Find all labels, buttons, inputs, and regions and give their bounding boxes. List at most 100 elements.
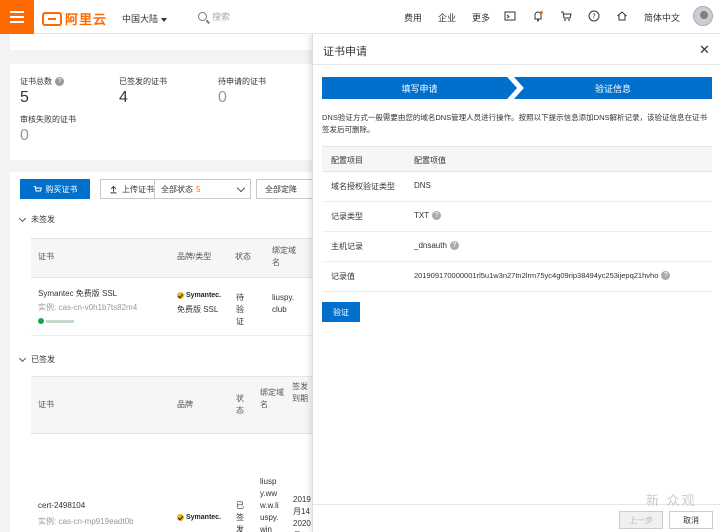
table-row: 记录类型 TXT?: [322, 202, 712, 232]
panel-title: 证书申请: [323, 46, 367, 58]
cert-instance: 实例: cas-cn-mp919eadt0b: [38, 517, 134, 526]
certificate-console: 证书总数? 5 已签发的证书 4 待申请的证书 0 审核失败的证书 0 购买证书…: [0, 34, 312, 532]
stat-issued-value[interactable]: 4: [119, 89, 128, 107]
group-signed-toggle[interactable]: 已签发: [18, 354, 55, 365]
config-table-header: 配置项目 配置项值: [322, 146, 712, 172]
config-value: _dnsauth?: [414, 241, 459, 250]
chevron-down-icon: [18, 354, 27, 362]
help-icon[interactable]: ?: [55, 77, 64, 87]
col-config-item: 配置项目: [331, 156, 363, 165]
group-unsigned-toggle[interactable]: 未签发: [18, 214, 55, 225]
nav-enterprise[interactable]: 企业: [438, 11, 456, 24]
cert-dates: 2019月142020月13: [293, 495, 311, 532]
stats-card: 证书总数? 5 已签发的证书 4 待申请的证书 0 审核失败的证书 0: [10, 64, 312, 160]
status-filter-select[interactable]: 全部状态 5: [154, 179, 251, 199]
dns-instructions: DNS验证方式一般需要由您的域名DNS管理人员进行操作。按照以下提示信息添加DN…: [322, 113, 708, 134]
status-filter-count: 5: [196, 184, 201, 194]
stat-pending-label: 待申请的证书: [218, 77, 266, 86]
cart-icon[interactable]: [560, 10, 572, 22]
help-icon[interactable]: ?: [432, 211, 442, 220]
bell-icon[interactable]: [532, 10, 544, 22]
logo-text: 阿里云: [65, 12, 108, 27]
language-switch[interactable]: 简体中文: [644, 11, 680, 24]
user-avatar[interactable]: [693, 6, 713, 26]
table1-header: [31, 238, 312, 278]
group-signed-label: 已签发: [31, 355, 55, 364]
verify-button[interactable]: 验证: [322, 302, 360, 322]
table-row: 记录值 201909170000001rl5u1w3n27tn2lrm75yc4…: [322, 262, 712, 292]
nav-more[interactable]: 更多: [472, 11, 490, 24]
help-icon[interactable]: ?: [449, 241, 459, 250]
tag-filter-button[interactable]: 全部定降: [256, 179, 312, 199]
col-config-value: 配置项值: [414, 156, 446, 165]
region-selector[interactable]: 中国大陆: [122, 12, 168, 25]
check-icon: [177, 514, 184, 521]
upload-icon: [110, 185, 117, 193]
stat-failed-label: 审核失败的证书: [20, 115, 76, 124]
tag-filter-label: 全部定降: [265, 184, 297, 194]
cert-domain: liuspy.club: [272, 293, 295, 314]
search-icon: [198, 12, 207, 21]
cert-instance: 实例: cas-cn-v0h1b7ts82m4: [38, 303, 138, 312]
buy-certificate-label: 购买证书: [45, 184, 78, 194]
stat-pending-value: 0: [218, 89, 227, 106]
stat-total-value: 5: [20, 89, 29, 106]
caret-down-icon: [161, 17, 168, 22]
terminal-icon[interactable]: [504, 10, 516, 22]
upload-certificate-label: 上传证书: [122, 184, 154, 194]
region-label: 中国大陆: [122, 14, 159, 24]
logo-mark-icon: [42, 11, 62, 26]
chevron-down-icon: [18, 214, 27, 222]
table1-col-status: 状态: [235, 252, 251, 261]
config-value: DNS: [414, 181, 431, 190]
config-key: 记录类型: [331, 212, 363, 221]
help-icon[interactable]: ?: [588, 10, 600, 22]
security-badge: [38, 318, 74, 324]
cert-status: 待验证: [236, 293, 244, 326]
buy-certificate-button[interactable]: 购买证书: [20, 179, 90, 199]
step-verify-info: 验证信息: [514, 77, 712, 99]
cancel-button[interactable]: 取消: [669, 511, 713, 529]
cart-icon: [33, 185, 42, 191]
cert-name[interactable]: Symantec 免费版 SSL: [38, 288, 117, 300]
config-key: 域名授权验证类型: [331, 182, 395, 191]
cert-type: 免费版 SSL: [177, 305, 219, 314]
table2-col-domain: 绑定域名: [260, 388, 284, 409]
table2-col-expiry: 签发到期: [292, 382, 308, 403]
svg-text:?: ?: [592, 13, 596, 21]
help-icon[interactable]: ?: [661, 271, 671, 280]
top-card-edge: [10, 34, 312, 50]
upload-certificate-button[interactable]: 上传证书: [100, 179, 160, 199]
close-icon[interactable]: ✕: [699, 42, 710, 58]
nav-fees[interactable]: 费用: [404, 11, 422, 24]
cert-status: 已签发: [236, 501, 244, 532]
status-filter-label: 全部状态: [161, 184, 193, 194]
stat-total-label: 证书总数?: [20, 76, 64, 87]
symantec-logo: Symantec.: [177, 292, 221, 299]
table2-col-status: 状态: [236, 394, 244, 415]
aliyun-logo[interactable]: 阿里云: [42, 9, 107, 28]
config-key: 主机记录: [331, 242, 363, 251]
home-icon[interactable]: [616, 10, 628, 22]
watermark: 新 众观: [646, 493, 697, 508]
table1-col-domain: 绑定域名: [272, 246, 296, 267]
table1-col-cert: 证书: [38, 252, 54, 261]
cert-name[interactable]: cert-2498104: [38, 500, 85, 512]
top-navbar: 阿里云 中国大陆 搜索 费用 企业 更多 ? 简体中文: [0, 0, 720, 34]
table1-col-brand: 品牌/类型: [177, 252, 212, 261]
check-icon: [177, 292, 184, 299]
menu-icon[interactable]: [0, 0, 34, 34]
progress-steps: 填写申请 验证信息: [322, 77, 712, 99]
config-key: 记录值: [331, 272, 355, 281]
search-box[interactable]: 搜索: [198, 10, 230, 23]
config-value[interactable]: 201909170000001rl5u1w3n27tn2lrm75yc4g09r…: [414, 271, 671, 280]
search-placeholder: 搜索: [212, 12, 231, 22]
table-row: 域名授权验证类型 DNS: [322, 172, 712, 202]
stat-failed-value: 0: [20, 127, 29, 144]
chevron-down-icon: [236, 183, 246, 193]
table2-col-cert: 证书: [38, 400, 54, 409]
symantec-logo: Symantec.: [177, 514, 221, 521]
table2-col-brand: 品牌: [177, 400, 193, 409]
table-row: 主机记录 _dnsauth?: [322, 232, 712, 262]
previous-step-button[interactable]: 上一步: [619, 511, 663, 529]
